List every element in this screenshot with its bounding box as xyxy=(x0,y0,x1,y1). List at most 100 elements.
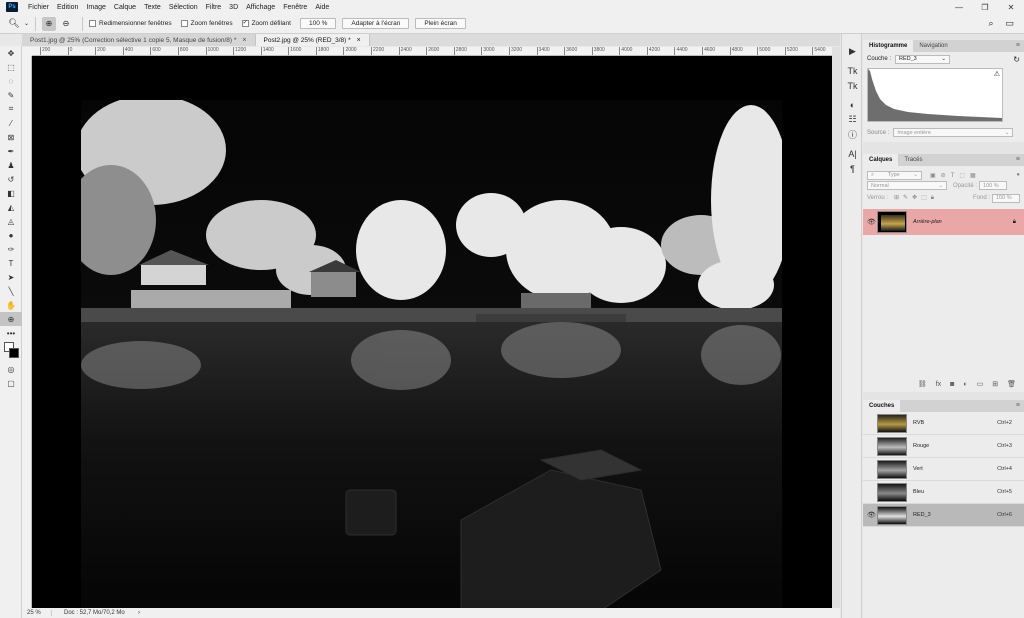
menu-item-fichier[interactable]: Fichier xyxy=(28,4,49,11)
quick-select-tool-icon[interactable]: ✎ xyxy=(0,88,22,102)
zoom-tool-icon[interactable]: ⊕ xyxy=(0,312,22,326)
checkbox-checked[interactable]: ✓ xyxy=(241,20,249,27)
group-icon[interactable]: ▭ xyxy=(977,380,984,388)
checkbox-box[interactable] xyxy=(89,20,97,27)
lasso-tool-icon[interactable]: ◌ xyxy=(0,74,22,88)
tab-layers[interactable]: Calques xyxy=(863,154,899,166)
vertical-scrollbar[interactable] xyxy=(832,47,840,608)
vertical-ruler[interactable] xyxy=(22,56,32,608)
character-panel-icon[interactable]: A| xyxy=(842,146,863,161)
channel-row-bleu[interactable]: Bleu Ctrl+5 xyxy=(863,481,1024,504)
paragraph-style-icon[interactable]: Tk xyxy=(842,78,863,93)
fill-screen-button[interactable]: Plein écran xyxy=(415,18,466,29)
lock-icon[interactable]: 🔒︎ xyxy=(1013,219,1016,226)
lock-icons[interactable]: ⊞✎✥⬚🔒︎ xyxy=(894,194,938,202)
panel-menu-icon[interactable]: ≡ xyxy=(1016,42,1020,49)
dodge-tool-icon[interactable]: ● xyxy=(0,228,22,242)
blur-tool-icon[interactable]: ◬ xyxy=(0,214,22,228)
link-icon[interactable]: ⛓ xyxy=(918,380,927,388)
menu-item-edition[interactable]: Edition xyxy=(57,4,78,11)
history-brush-tool-icon[interactable]: ↺ xyxy=(0,172,22,186)
zoom-out-icon[interactable]: ⊖ xyxy=(59,17,73,31)
tab-post2[interactable]: Post2.jpg @ 25% (RED_3/8) * × xyxy=(255,34,370,46)
search-icon[interactable]: ⌕ xyxy=(988,18,993,29)
trash-icon[interactable]: 🗑︎ xyxy=(1007,380,1016,388)
close-window-button[interactable]: ✕ xyxy=(998,0,1024,14)
warning-icon[interactable]: ⚠ xyxy=(994,70,1000,78)
clone-stamp-tool-icon[interactable]: ♟ xyxy=(0,158,22,172)
marquee-tool-icon[interactable]: ⬚ xyxy=(0,60,22,74)
color-swatches-icon[interactable] xyxy=(0,340,22,362)
minimize-button[interactable]: — xyxy=(946,0,972,14)
path-select-tool-icon[interactable]: ➤ xyxy=(0,270,22,284)
crop-tool-icon[interactable]: ⌗ xyxy=(0,102,22,116)
new-layer-icon[interactable]: ⊞ xyxy=(992,380,998,388)
layer-filter-select[interactable]: ⌕ Type ⌄ xyxy=(867,170,922,180)
frame-tool-icon[interactable]: ⊠ xyxy=(0,130,22,144)
paragraph-icon[interactable]: ¶ xyxy=(842,161,863,176)
channel-row-rvb[interactable]: RVB Ctrl+2 xyxy=(863,412,1024,435)
adjustments-icon[interactable]: ◐ xyxy=(842,97,863,112)
tab-post1[interactable]: Post1.jpg @ 25% (Correction sélective 1 … xyxy=(22,34,256,46)
panel-menu-icon[interactable]: ≡ xyxy=(1016,402,1020,409)
screen-mode-icon[interactable]: ▢ xyxy=(0,376,22,390)
menu-item-fenetre[interactable]: Fenêtre xyxy=(283,4,307,11)
scrubby-zoom-checkbox[interactable]: ✓ Zoom défilant xyxy=(241,20,291,27)
type-tool-icon[interactable]: T xyxy=(0,256,22,270)
line-tool-icon[interactable]: ╲ xyxy=(0,284,22,298)
menu-item-texte[interactable]: Texte xyxy=(144,4,161,11)
eraser-tool-icon[interactable]: ◧ xyxy=(0,186,22,200)
close-tab-icon[interactable]: × xyxy=(242,37,246,44)
layer-row-background[interactable]: 👁︎ Arrière-plan 🔒︎ xyxy=(863,209,1024,235)
eyedropper-tool-icon[interactable]: ⁄ xyxy=(0,116,22,130)
close-tab-icon[interactable]: × xyxy=(357,37,361,44)
play-actions-icon[interactable]: ▶ xyxy=(842,44,863,59)
quick-mask-icon[interactable]: ◎ xyxy=(0,362,22,376)
channel-select[interactable]: RED_3 ⌄ xyxy=(895,54,951,64)
menu-item-aide[interactable]: Aide xyxy=(315,4,329,11)
fill-input[interactable]: 100 % xyxy=(992,193,1020,203)
opacity-input[interactable]: 100 % xyxy=(979,181,1008,190)
source-select[interactable]: Image entière ⌄ xyxy=(893,128,1014,137)
paint-bucket-tool-icon[interactable]: ◭ xyxy=(0,200,22,214)
fit-screen-button[interactable]: Adapter à l'écran xyxy=(342,18,410,29)
zoom-100-button[interactable]: 100 % xyxy=(299,18,337,29)
channel-row-red3[interactable]: 👁︎ RED_3 Ctrl+6 xyxy=(863,504,1024,527)
blend-mode-select[interactable]: Normal ⌄ xyxy=(867,181,947,190)
zoom-tool-preset-icon[interactable]: 🔍︎ xyxy=(6,17,22,31)
more-tools-icon[interactable]: ••• xyxy=(0,326,22,340)
checkbox-box[interactable] xyxy=(180,20,188,27)
pen-tool-icon[interactable]: ✑ xyxy=(0,242,22,256)
resize-windows-checkbox[interactable]: Redimensionner fenêtres xyxy=(89,20,172,27)
chevron-down-icon[interactable]: ⌄ xyxy=(24,20,29,27)
hand-tool-icon[interactable]: ✋ xyxy=(0,298,22,312)
tab-navigation[interactable]: Navigation xyxy=(913,40,953,52)
mask-icon[interactable]: ◙ xyxy=(950,381,954,388)
menu-item-affichage[interactable]: Affichage xyxy=(246,4,275,11)
character-icon[interactable]: Tk xyxy=(842,63,863,78)
tab-histogram[interactable]: Histogramme xyxy=(863,40,914,52)
menu-item-selection[interactable]: Sélection xyxy=(169,4,198,11)
eye-icon[interactable]: 👁︎ xyxy=(867,218,877,226)
status-menu-arrow-icon[interactable]: › xyxy=(138,610,140,616)
properties-icon[interactable]: ☷ xyxy=(842,112,863,127)
move-tool-icon[interactable]: ✥ xyxy=(0,46,22,60)
zoom-level[interactable]: 25 % xyxy=(22,610,52,616)
tab-channels[interactable]: Couches xyxy=(863,400,901,412)
document-canvas[interactable] xyxy=(32,56,832,608)
filter-toggle-icon[interactable]: ● xyxy=(1016,172,1020,178)
panel-menu-icon[interactable]: ≡ xyxy=(1016,156,1020,163)
channel-row-rouge[interactable]: Rouge Ctrl+3 xyxy=(863,435,1024,458)
background-color-icon[interactable] xyxy=(9,348,19,358)
menu-item-filtre[interactable]: Filtre xyxy=(206,4,222,11)
channel-row-vert[interactable]: Vert Ctrl+4 xyxy=(863,458,1024,481)
eye-icon[interactable]: 👁︎ xyxy=(867,511,877,519)
fx-icon[interactable]: fx xyxy=(936,381,941,388)
brush-tool-icon[interactable]: ✒ xyxy=(0,144,22,158)
info-icon[interactable]: ⓘ xyxy=(842,127,863,142)
adjustment-layer-icon[interactable]: ◐ xyxy=(963,381,967,388)
tab-paths[interactable]: Tracés xyxy=(898,154,928,166)
refresh-icon[interactable]: ↻ xyxy=(1013,55,1020,64)
layer-filter-icons[interactable]: ▣⊘T⬚▦ xyxy=(930,172,981,179)
menu-item-image[interactable]: Image xyxy=(86,4,105,11)
